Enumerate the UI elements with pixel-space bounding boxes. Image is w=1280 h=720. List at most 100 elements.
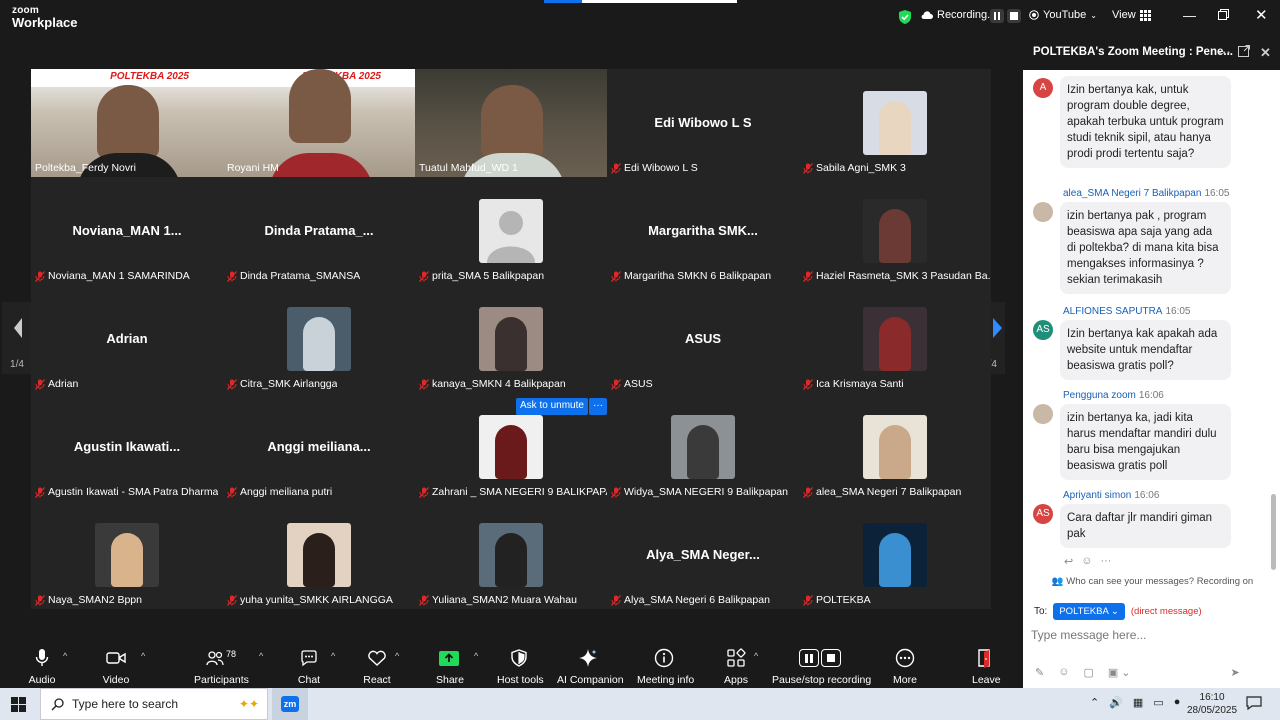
- muted-mic-icon: [419, 486, 429, 498]
- send-icon[interactable]: ➤: [1231, 666, 1240, 679]
- encryption-shield-icon[interactable]: [898, 9, 912, 25]
- reply-icon[interactable]: ↩: [1064, 555, 1073, 568]
- participant-name-label: Noviana_MAN 1 SAMARINDA: [35, 270, 190, 282]
- avatar: [863, 523, 927, 587]
- apps-options-caret[interactable]: ^: [754, 651, 758, 661]
- participant-tile[interactable]: POLTEKBA: [799, 501, 991, 609]
- close-chat-icon[interactable]: ✕: [1260, 45, 1271, 61]
- participant-name-label: Dinda Pratama_SMANSA: [227, 270, 360, 282]
- chat-options-caret[interactable]: ^: [331, 651, 335, 661]
- participant-tile[interactable]: alea_SMA Negeri 7 Balikpapan: [799, 393, 991, 501]
- participant-tile[interactable]: ASUS ASUS: [607, 285, 799, 393]
- participant-name-label: yuha yunita_SMKK AIRLANGGA: [227, 594, 393, 606]
- screenshot-icon[interactable]: ▣ ⌄: [1108, 666, 1131, 679]
- participant-tile[interactable]: Alya_SMA Neger... Alya_SMA Negeri 6 Balik…: [607, 501, 799, 609]
- share-screen-icon: [439, 650, 459, 666]
- participant-tile[interactable]: Ica Krismaya Santi: [799, 285, 991, 393]
- leave-button[interactable]: Leave: [972, 647, 1001, 686]
- muted-mic-icon: [803, 594, 813, 606]
- tray-chevron-icon[interactable]: ⌃: [1090, 696, 1099, 709]
- privacy-icon: 👥: [1051, 576, 1064, 587]
- zoom-taskbar-button[interactable]: zm: [272, 688, 308, 720]
- participant-tile[interactable]: POLTEKBA 2025Royani HM: [223, 69, 415, 177]
- muted-mic-icon: [803, 270, 813, 282]
- pop-out-icon[interactable]: [1238, 45, 1250, 60]
- participant-tile[interactable]: Sabila Agni_SMK 3: [799, 69, 991, 177]
- format-icon[interactable]: ✎: [1035, 666, 1044, 679]
- participant-tile[interactable]: Haziel Rasmeta_SMK 3 Pasudan Ba...: [799, 177, 991, 285]
- chat-scrollbar[interactable]: [1271, 494, 1276, 570]
- participant-tile[interactable]: Yuliana_SMAN2 Muara Wahau: [415, 501, 607, 609]
- recording-indicator[interactable]: Recording...: [921, 9, 996, 21]
- volume-icon[interactable]: 🔊: [1109, 696, 1123, 709]
- close-button[interactable]: ✕: [1255, 6, 1268, 24]
- participant-tile[interactable]: Naya_SMAN2 Bppn: [31, 501, 223, 609]
- react-button[interactable]: React: [363, 647, 391, 686]
- muted-mic-icon: [803, 162, 813, 174]
- mic-tray-icon[interactable]: ●: [1174, 696, 1181, 709]
- taskbar-search[interactable]: Type here to search ✦✦: [40, 688, 268, 720]
- pause-stop-recording-button[interactable]: Pause/stop recording: [772, 647, 871, 686]
- host-tools-button[interactable]: Host tools: [497, 647, 544, 686]
- participant-tile[interactable]: Noviana_MAN 1... Noviana_MAN 1 SAMARINDA: [31, 177, 223, 285]
- emoji-icon[interactable]: ☺: [1058, 666, 1069, 679]
- participant-name-label: Adrian: [35, 378, 78, 390]
- youtube-stream-menu[interactable]: YouTube ⌄: [1029, 9, 1097, 21]
- meeting-info-button[interactable]: Meeting info: [637, 647, 694, 686]
- participants-options-caret[interactable]: ^: [259, 651, 263, 661]
- ask-to-unmute-button[interactable]: Ask to unmute: [516, 398, 588, 415]
- more-button[interactable]: More: [892, 647, 918, 686]
- participant-tile[interactable]: yuha yunita_SMKK AIRLANGGA: [223, 501, 415, 609]
- share-options-caret[interactable]: ^: [474, 651, 478, 661]
- network-icon[interactable]: ▦: [1133, 696, 1143, 709]
- minimize-button[interactable]: —: [1183, 8, 1196, 23]
- video-button[interactable]: Video: [100, 647, 132, 686]
- apps-button[interactable]: Apps: [724, 647, 748, 686]
- windows-start-icon[interactable]: [11, 697, 26, 717]
- view-menu[interactable]: View: [1112, 9, 1151, 21]
- ai-companion-button[interactable]: AI Companion: [557, 647, 624, 686]
- participant-tile[interactable]: Adrian Adrian: [31, 285, 223, 393]
- battery-icon[interactable]: ▭: [1153, 696, 1163, 709]
- participants-icon: [206, 651, 224, 666]
- more-options-button[interactable]: ···: [589, 398, 607, 415]
- prev-page-button[interactable]: 1/4: [2, 302, 32, 374]
- participant-name-label: Haziel Rasmeta_SMK 3 Pasudan Ba...: [803, 270, 991, 282]
- participant-tile[interactable]: Agustin Ikawati... Agustin Ikawati - SMA …: [31, 393, 223, 501]
- share-button[interactable]: Share: [436, 647, 464, 686]
- recipient-select[interactable]: POLTEKBA ⌄: [1053, 603, 1125, 620]
- participant-tile[interactable]: Anggi meiliana... Anggi meiliana putri: [223, 393, 415, 501]
- muted-mic-icon: [419, 270, 429, 282]
- participant-tile[interactable]: Tuatul Mahfud_WD 1: [415, 69, 607, 177]
- pause-recording-button[interactable]: [990, 9, 1004, 23]
- chat-header: POLTEKBA's Zoom Meeting : Pene... ··· ✕: [1023, 36, 1280, 70]
- participant-tile[interactable]: prita_SMA 5 Balikpapan: [415, 177, 607, 285]
- audio-options-caret[interactable]: ^: [63, 651, 67, 661]
- participant-tile[interactable]: POLTEKBA 2025 Poltekba_Ferdy Novri: [31, 69, 223, 177]
- more-icon[interactable]: ···: [1100, 555, 1111, 568]
- participant-tile[interactable]: Margaritha SMK... Margaritha SMKN 6 Balik…: [607, 177, 799, 285]
- maximize-button[interactable]: [1218, 8, 1229, 23]
- chat-bubble-icon: [301, 649, 317, 666]
- privacy-notice[interactable]: 👥 Who can see your messages? Recording o…: [1030, 576, 1275, 587]
- chat-input[interactable]: Type message here...: [1031, 628, 1146, 642]
- emoji-icon[interactable]: ☺: [1081, 555, 1092, 568]
- file-icon[interactable]: ▢: [1083, 666, 1093, 679]
- participants-button[interactable]: 78 Participants: [194, 647, 249, 686]
- participant-tile[interactable]: kanaya_SMKN 4 Balikpapan: [415, 285, 607, 393]
- notification-icon[interactable]: [1246, 696, 1262, 715]
- react-options-caret[interactable]: ^: [395, 651, 399, 661]
- person-head: [97, 85, 159, 159]
- more-options-icon[interactable]: ···: [1218, 45, 1231, 60]
- audio-button[interactable]: Audio: [27, 647, 57, 686]
- clock[interactable]: 16:10 28/05/2025: [1187, 691, 1237, 717]
- participant-name-label: ASUS: [611, 378, 653, 390]
- chat-button[interactable]: Chat: [296, 647, 322, 686]
- participant-tile[interactable]: Dinda Pratama_... Dinda Pratama_SMANSA: [223, 177, 415, 285]
- muted-mic-icon: [611, 270, 621, 282]
- stop-recording-button[interactable]: [1007, 9, 1021, 23]
- participant-tile[interactable]: Edi Wibowo L S Edi Wibowo L S: [607, 69, 799, 177]
- participant-tile[interactable]: Widya_SMA NEGERI 9 Balikpapan: [607, 393, 799, 501]
- video-options-caret[interactable]: ^: [141, 651, 145, 661]
- participant-tile[interactable]: Citra_SMK Airlangga: [223, 285, 415, 393]
